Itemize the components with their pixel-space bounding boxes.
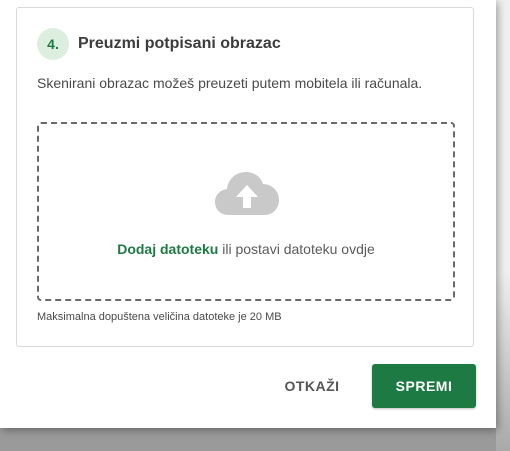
cancel-button[interactable]: OTKAŽI (272, 364, 352, 408)
step-header: 4. Preuzmi potpisani obrazac (37, 28, 281, 60)
dropzone-text: Dodaj datoteku ili postavi datoteku ovdj… (39, 241, 453, 257)
dropzone-hint: ili postavi datoteku ovdje (218, 241, 375, 257)
step-card: 4. Preuzmi potpisani obrazac Skenirani o… (16, 7, 474, 347)
add-file-link[interactable]: Dodaj datoteku (117, 241, 218, 257)
max-size-note: Maksimalna dopuštena veličina datoteke j… (37, 311, 282, 323)
save-button[interactable]: SPREMI (372, 364, 476, 408)
file-dropzone[interactable]: Dodaj datoteku ili postavi datoteku ovdj… (37, 122, 455, 301)
upload-dialog: 4. Preuzmi potpisani obrazac Skenirani o… (0, 0, 496, 428)
step-title: Preuzmi potpisani obrazac (78, 35, 281, 52)
cloud-upload-icon (215, 172, 279, 215)
background-page-edge (496, 0, 510, 451)
step-description: Skenirani obrazac možeš preuzeti putem m… (37, 75, 423, 91)
step-number-badge: 4. (37, 28, 69, 60)
